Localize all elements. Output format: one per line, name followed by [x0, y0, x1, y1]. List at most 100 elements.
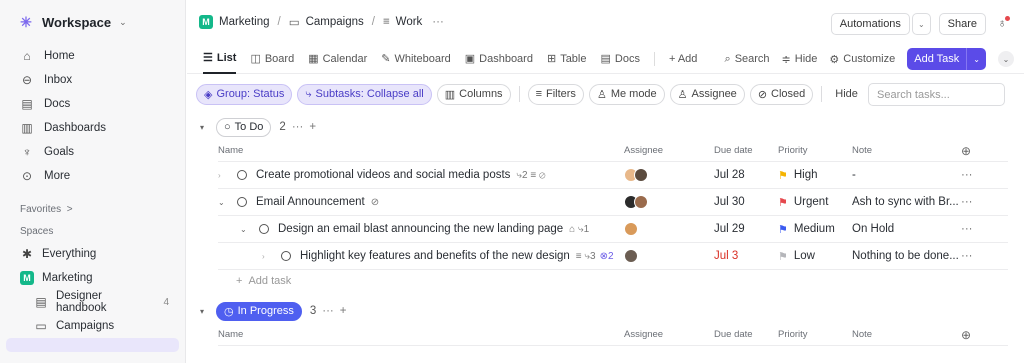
collapse-group-icon[interactable]: ▾ — [200, 307, 210, 316]
due-date-cell[interactable]: Jul 28 — [714, 162, 745, 188]
assignee-cell[interactable] — [624, 243, 638, 269]
sidebar-item-dashboards[interactable]: ▥ Dashboards — [0, 116, 185, 140]
task-name[interactable]: Create promotional videos and social med… — [256, 169, 510, 181]
search-tasks-input[interactable]: Search tasks... — [868, 83, 1005, 106]
collapse-group-icon[interactable]: ▾ — [200, 123, 210, 132]
subtasks-pill[interactable]: ⤷ Subtasks: Collapse all — [297, 83, 432, 105]
column-header-priority[interactable]: Priority — [778, 140, 808, 161]
tab-docs[interactable]: ▤ Docs — [600, 44, 639, 74]
tab-board[interactable]: ◫ Board — [250, 44, 294, 74]
row-more-icon[interactable]: ··· — [961, 216, 973, 242]
task-status-icon[interactable] — [281, 251, 291, 261]
column-header-assignee[interactable]: Assignee — [624, 140, 663, 161]
task-status-icon[interactable] — [259, 224, 269, 234]
chevron-down-icon[interactable]: ⌄ — [966, 48, 986, 70]
automations-button[interactable]: Automations — [830, 13, 910, 35]
sidebar-item-work-active[interactable] — [6, 338, 179, 352]
note-cell[interactable]: Ash to sync with Br... — [852, 189, 959, 215]
add-task-plus-icon[interactable]: + — [340, 305, 347, 317]
breadcrumb-list[interactable]: Work — [396, 16, 423, 28]
columns-pill[interactable]: ▥ Columns — [436, 83, 511, 105]
task-status-icon[interactable] — [237, 197, 247, 207]
column-header-priority[interactable]: Priority — [778, 324, 808, 345]
column-header-note[interactable]: Note — [852, 324, 872, 345]
group-by-pill[interactable]: ◈ Group: Status — [196, 83, 293, 105]
column-header-due[interactable]: Due date — [714, 140, 753, 161]
assignee-cell[interactable] — [624, 162, 648, 188]
collapse-subtasks-icon[interactable]: ⌄ — [218, 198, 230, 207]
sidebar-item-inbox[interactable]: ⊖ Inbox — [0, 68, 185, 92]
due-date-cell[interactable]: Jul 30 — [714, 189, 745, 215]
sidebar-item-docs[interactable]: ▤ Docs — [0, 92, 185, 116]
sidebar-space-marketing[interactable]: M Marketing — [0, 266, 185, 290]
closed-pill[interactable]: ⊘ Closed — [749, 83, 814, 105]
row-more-icon[interactable]: ··· — [961, 243, 973, 269]
add-task-row[interactable]: + Add task — [218, 270, 1024, 292]
assignee-pill[interactable]: ♙ Assignee — [669, 83, 745, 105]
hide-filter-button[interactable]: Hide — [830, 88, 863, 100]
priority-cell[interactable]: ⚑ Medium — [778, 216, 835, 242]
workspace-switcher[interactable]: ✳ Workspace ⌄ — [0, 0, 185, 44]
tab-calendar[interactable]: ▦ Calendar — [308, 44, 367, 74]
tab-table[interactable]: ⊞ Table — [547, 44, 587, 74]
breadcrumb-more-icon[interactable]: ··· — [432, 16, 444, 28]
me-mode-pill[interactable]: ♙ Me mode — [588, 83, 665, 105]
task-name[interactable]: Highlight key features and benefits of t… — [300, 250, 570, 262]
note-cell[interactable]: Nothing to be done... — [852, 243, 959, 269]
add-view-button[interactable]: + Add — [669, 53, 697, 65]
assignee-cell[interactable] — [624, 189, 648, 215]
sidebar-item-campaigns[interactable]: ▭ Campaigns — [0, 314, 185, 338]
status-pill[interactable]: ◷ In Progress — [216, 301, 302, 321]
sidebar-item-everything[interactable]: ✱ Everything — [0, 242, 185, 266]
automations-dropdown-button[interactable]: ⌄ — [911, 13, 931, 35]
column-header-assignee[interactable]: Assignee — [624, 324, 663, 345]
customize-button[interactable]: ⚙ Customize — [829, 53, 895, 66]
task-name[interactable]: Email Announcement — [256, 196, 365, 208]
expand-subtasks-icon[interactable]: › — [218, 171, 230, 180]
table-row[interactable]: ⌄ Email Announcement ⊘ Jul 30 ⚑ Urgent Ash to … — [218, 189, 1008, 216]
status-pill[interactable]: ○ To Do — [216, 117, 272, 137]
sidebar-item-goals[interactable]: ♆ Goals — [0, 140, 185, 164]
sidebar-item-home[interactable]: ⌂ Home — [0, 44, 185, 68]
notification-icon[interactable]: ♁ — [994, 16, 1010, 32]
tab-whiteboard[interactable]: ✎ Whiteboard — [381, 44, 450, 74]
favorites-section[interactable]: Favorites > — [0, 198, 185, 220]
table-row[interactable]: ⌄ Design an email blast announcing the ne… — [218, 216, 1008, 243]
due-date-cell[interactable]: Jul 29 — [714, 216, 745, 242]
expand-subtasks-icon[interactable]: › — [262, 252, 274, 261]
add-column-icon[interactable]: ⊕ — [961, 324, 971, 345]
note-cell[interactable]: - — [852, 162, 856, 188]
breadcrumb-folder[interactable]: Campaigns — [306, 16, 364, 28]
priority-cell[interactable]: ⚑ Low — [778, 243, 815, 269]
task-status-icon[interactable] — [237, 170, 247, 180]
group-more-icon[interactable]: ··· — [292, 121, 304, 133]
hide-button[interactable]: ≑ Hide — [782, 53, 818, 66]
assignee-cell[interactable] — [624, 216, 638, 242]
collapse-toolbar-icon[interactable]: ⌄ — [998, 51, 1014, 67]
add-column-icon[interactable]: ⊕ — [961, 140, 971, 161]
filters-pill[interactable]: ≡ Filters — [527, 83, 584, 105]
add-task-button[interactable]: Add Task ⌄ — [907, 48, 986, 70]
sidebar-item-designer-handbook[interactable]: ▤ Designer handbook 4 — [0, 290, 185, 314]
row-more-icon[interactable]: ··· — [961, 162, 973, 188]
task-name[interactable]: Design an email blast announcing the new… — [278, 223, 563, 235]
tab-list[interactable]: ☰ List — [203, 44, 237, 74]
column-header-note[interactable]: Note — [852, 140, 872, 161]
note-cell[interactable]: On Hold — [852, 216, 894, 242]
share-button[interactable]: Share — [938, 13, 986, 35]
table-row[interactable]: › Highlight key features and benefits of … — [218, 243, 1008, 270]
column-header-due[interactable]: Due date — [714, 324, 753, 345]
priority-cell[interactable]: ⚑ High — [778, 162, 818, 188]
priority-cell[interactable]: ⚑ Urgent — [778, 189, 828, 215]
column-header-name[interactable]: Name — [218, 140, 243, 161]
add-task-plus-icon[interactable]: + — [309, 121, 316, 133]
row-more-icon[interactable]: ··· — [961, 189, 973, 215]
search-button[interactable]: ⌕ Search — [725, 53, 770, 66]
column-header-name[interactable]: Name — [218, 324, 243, 345]
group-more-icon[interactable]: ··· — [322, 305, 334, 317]
due-date-cell[interactable]: Jul 3 — [714, 243, 738, 269]
collapse-subtasks-icon[interactable]: ⌄ — [240, 225, 252, 234]
table-row[interactable]: › Create promotional videos and social me… — [218, 162, 1008, 189]
tab-dashboard[interactable]: ▣ Dashboard — [465, 44, 533, 74]
breadcrumb-space[interactable]: Marketing — [219, 16, 270, 28]
